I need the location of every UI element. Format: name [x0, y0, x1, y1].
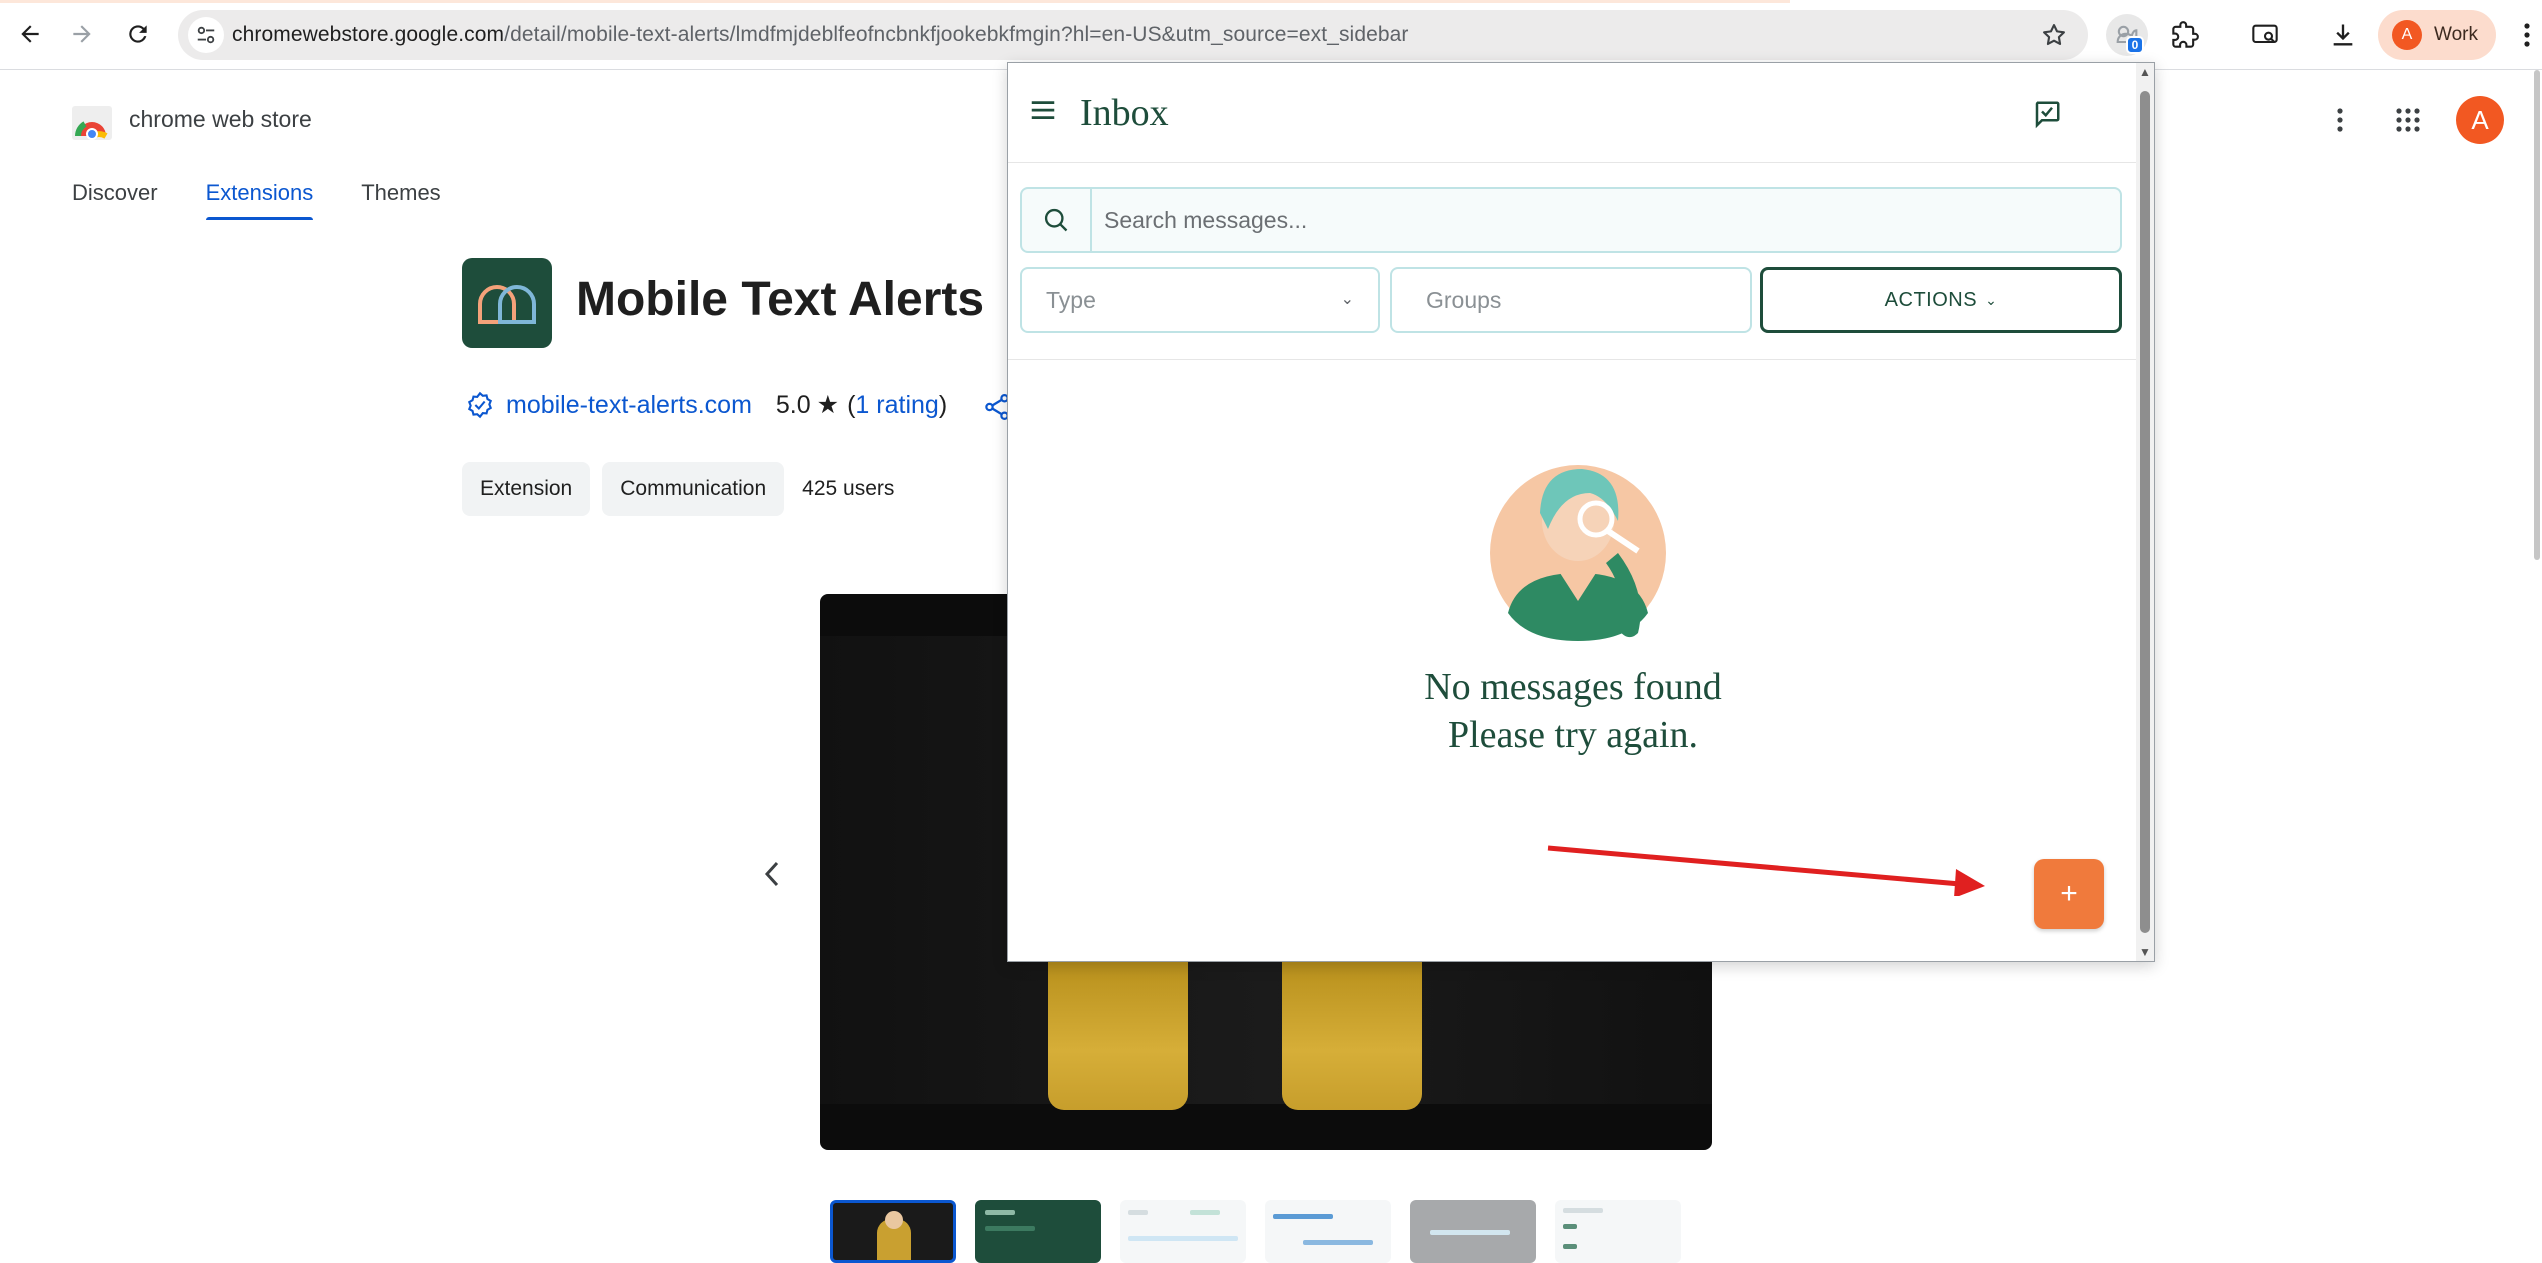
search-icon [1022, 189, 1092, 251]
chevron-down-icon: ⌄ [1340, 291, 1354, 308]
thumbnail-2[interactable] [975, 1200, 1101, 1263]
empty-state-message: No messages found Please try again. [1008, 663, 2138, 759]
url-text: chromewebstore.google.com/detail/mobile-… [232, 23, 1409, 47]
url-path: /detail/mobile-text-alerts/lmdfmjdeblfeo… [504, 23, 1409, 46]
back-button[interactable] [10, 14, 50, 54]
verified-badge-icon [467, 391, 493, 419]
chip-communication[interactable]: Communication [602, 462, 785, 516]
type-select-label: Type [1046, 286, 1096, 313]
tab-strip-accent [0, 0, 1790, 3]
actions-button-label: ACTIONS [1884, 288, 1978, 311]
scroll-up-arrow-icon[interactable]: ▲ [2139, 65, 2151, 79]
thumbnail-5[interactable] [1410, 1200, 1536, 1263]
groups-select[interactable]: Groups [1390, 267, 1752, 333]
browser-toolbar: chromewebstore.google.com/detail/mobile-… [0, 0, 2542, 70]
thumbnail-3[interactable] [1120, 1200, 1246, 1263]
chrome-web-store-logo[interactable] [70, 100, 114, 144]
extension-logo [462, 258, 552, 348]
cast-icon [2252, 24, 2278, 44]
new-message-icon[interactable] [2032, 99, 2062, 129]
reload-icon [129, 25, 147, 43]
profile-label: Work [2434, 24, 2478, 45]
forward-button[interactable] [62, 14, 102, 54]
popup-header: Inbox [1008, 63, 2138, 163]
profile-avatar: A [2392, 20, 2422, 50]
account-avatar[interactable]: A [2456, 96, 2504, 144]
scroll-down-arrow-icon[interactable]: ▼ [2139, 945, 2151, 959]
empty-state-line2: Please try again. [1447, 714, 1699, 756]
empty-inbox-illustration [1490, 465, 1666, 641]
downloads-button[interactable] [2322, 14, 2364, 56]
extension-title: Mobile Text Alerts [576, 273, 985, 326]
address-bar[interactable]: chromewebstore.google.com/detail/mobile-… [178, 10, 2088, 60]
cast-button[interactable] [2244, 14, 2286, 56]
annotation-arrow [1547, 845, 1985, 896]
thumbnail-1[interactable] [830, 1200, 956, 1263]
url-host: chromewebstore.google.com [232, 23, 505, 46]
store-name[interactable]: chrome web store [129, 106, 312, 133]
extension-badge: 0 [2126, 36, 2144, 54]
rating-count-link[interactable]: 1 rating [855, 391, 938, 419]
more-vert-icon [2337, 108, 2343, 132]
chip-extension[interactable]: Extension [462, 462, 591, 516]
tab-themes[interactable]: Themes [361, 180, 440, 220]
extensions-menu-button[interactable] [2164, 14, 2206, 56]
carousel-prev-button[interactable] [752, 854, 792, 894]
user-count: 425 users [802, 477, 895, 500]
apps-grid-icon [2396, 108, 2420, 132]
page-scroll-thumb[interactable] [2534, 70, 2540, 560]
apps-button[interactable] [2384, 96, 2432, 144]
empty-state-line1: No messages found [1424, 666, 1722, 708]
type-select[interactable]: Type ⌄ [1020, 267, 1380, 333]
browser-menu-button[interactable] [2512, 14, 2542, 56]
download-icon [2333, 24, 2353, 46]
publisher-row: mobile-text-alerts.com 5.0 ★ (1 rating) [466, 390, 947, 420]
search-input[interactable] [1104, 203, 2084, 237]
category-chips: Extension Communication 425 users [462, 462, 894, 516]
forward-icon [73, 25, 91, 43]
extension-popup: Inbox Type ⌄ Groups ACTIONS ⌄ No message… [1007, 62, 2155, 962]
groups-select-label: Groups [1426, 286, 1502, 313]
popup-divider [1008, 359, 2138, 360]
rating-star-icon: ★ [816, 391, 840, 419]
site-info-icon[interactable] [188, 17, 224, 53]
menu-icon [2524, 23, 2530, 47]
tab-extensions[interactable]: Extensions [205, 180, 313, 220]
thumbnail-6[interactable] [1555, 1200, 1681, 1263]
profile-chip[interactable]: A Work [2378, 10, 2496, 60]
screenshot-thumbnails [830, 1200, 1700, 1263]
back-icon [21, 25, 39, 43]
video-figure-right [1282, 962, 1422, 1110]
store-more-button[interactable] [2316, 96, 2364, 144]
thumbnail-4[interactable] [1265, 1200, 1391, 1263]
page-scrollbar[interactable] [2530, 70, 2542, 1263]
popup-scroll-thumb[interactable] [2140, 91, 2150, 933]
reload-button[interactable] [118, 14, 158, 54]
tab-discover[interactable]: Discover [72, 180, 158, 220]
hamburger-menu-icon[interactable] [1028, 95, 1058, 125]
video-figure-left [1048, 962, 1188, 1110]
extension-button[interactable]: 0 [2106, 14, 2148, 56]
publisher-link[interactable]: mobile-text-alerts.com [506, 391, 752, 420]
actions-button[interactable]: ACTIONS ⌄ [1760, 267, 2122, 333]
rating-paren-close: ) [938, 390, 948, 419]
add-message-button[interactable]: + [2034, 859, 2104, 929]
store-tabs: Discover Extensions Themes [72, 180, 489, 220]
chevron-left-icon [764, 861, 779, 887]
popup-scrollbar[interactable]: ▲ ▼ [2136, 63, 2154, 961]
rating-value: 5.0 [775, 390, 811, 419]
chevron-down-icon: ⌄ [1985, 291, 1998, 308]
rating-count: (1 rating) [847, 391, 947, 420]
puzzle-icon [2172, 21, 2199, 48]
bookmark-star-icon[interactable] [2040, 21, 2068, 49]
inbox-title: Inbox [1080, 92, 1169, 134]
message-search [1020, 187, 2122, 253]
